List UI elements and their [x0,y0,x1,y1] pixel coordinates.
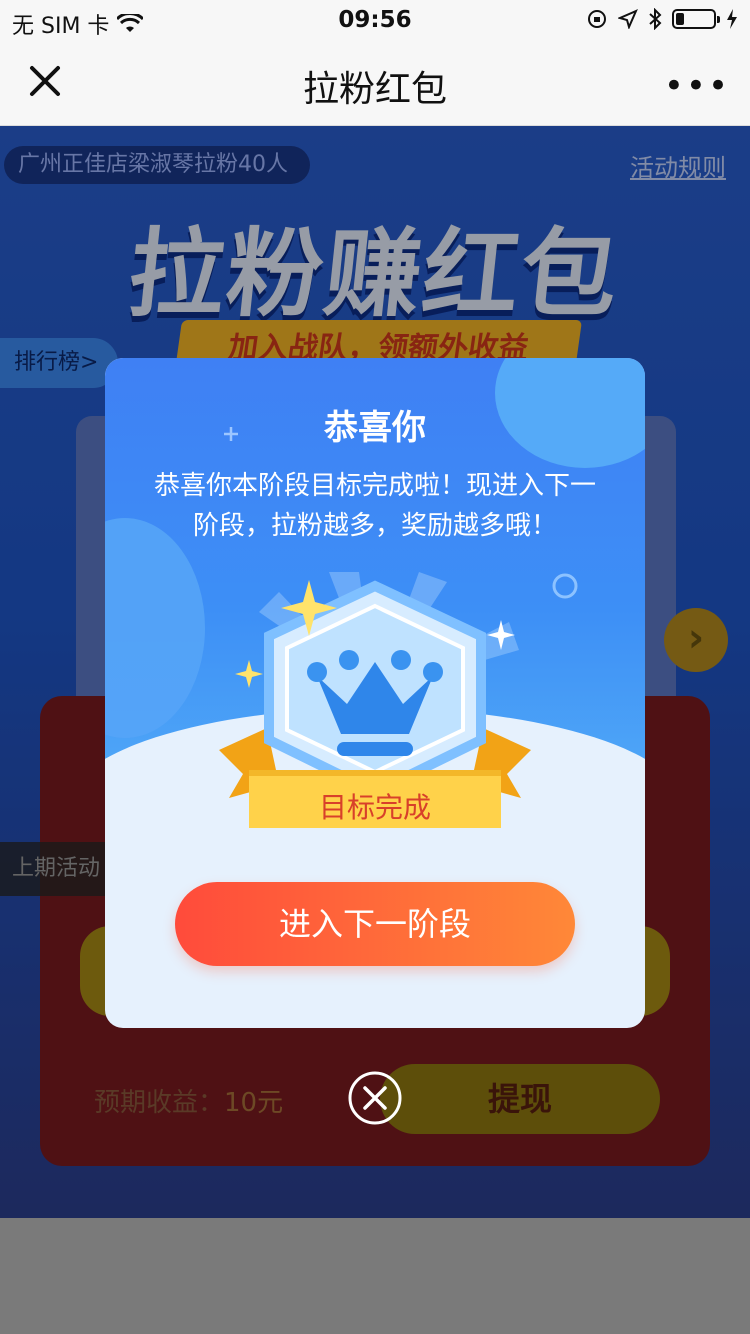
ring-icon [552,573,578,599]
battery-icon [672,9,720,29]
congrats-modal: 恭喜你 恭喜你本阶段目标完成啦！现进入下一阶段，拉粉越多，奖励越多哦！ 目标完成 [105,358,645,1028]
orientation-lock-icon [588,10,606,28]
modal-title: 恭喜你 [324,408,426,448]
modal-message: 恭喜你本阶段目标完成啦！现进入下一阶段，拉粉越多，奖励越多哦！ [153,471,596,541]
close-circle-icon[interactable] [347,1070,403,1126]
charging-icon [727,9,737,29]
next-stage-button[interactable]: 进入下一阶段 [175,882,575,966]
status-bar: 无 SIM 卡 09:56 [0,0,750,40]
page-title: 拉粉红包 [302,69,447,110]
status-right [586,8,738,30]
badge-label: 目标完成 [318,791,431,824]
page-bottom [0,1218,750,1334]
more-button[interactable]: ••• [664,66,730,106]
nav-bar: 拉粉红包 ••• [0,40,750,126]
location-icon [618,9,638,29]
bluetooth-icon [649,8,662,30]
